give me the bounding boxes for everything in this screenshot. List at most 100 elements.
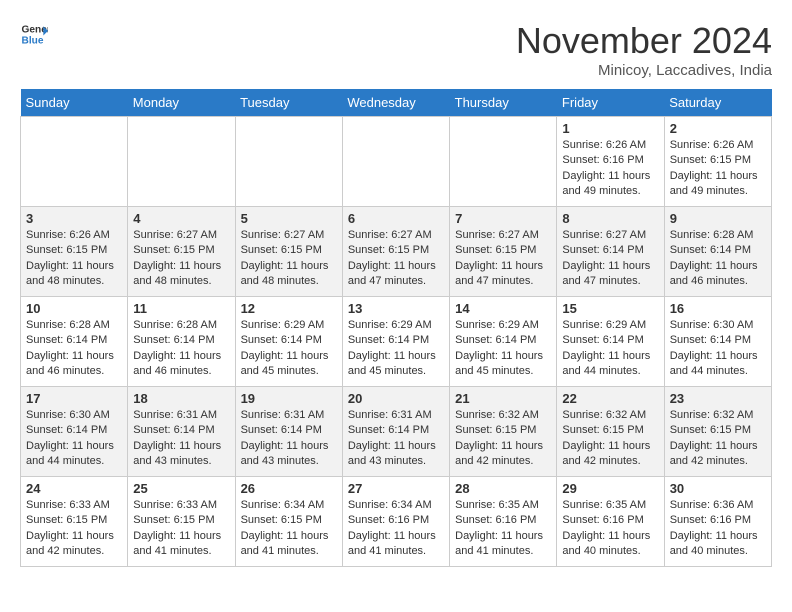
calendar-cell: 24 Sunrise: 6:33 AMSunset: 6:15 PMDayligh…: [21, 477, 128, 567]
calendar-cell: 5 Sunrise: 6:27 AMSunset: 6:15 PMDaylight…: [235, 207, 342, 297]
calendar-cell: 18 Sunrise: 6:31 AMSunset: 6:14 PMDayligh…: [128, 387, 235, 477]
dow-saturday: Saturday: [664, 89, 771, 117]
day-info: Sunrise: 6:27 AMSunset: 6:15 PMDaylight:…: [455, 228, 551, 290]
day-info: Sunrise: 6:36 AMSunset: 6:16 PMDaylight:…: [670, 498, 766, 560]
calendar-cell: 15Sunrise: 6:29 AMSunset: 6:14 PMDayligh…: [557, 297, 664, 387]
day-number: 22: [562, 391, 658, 406]
day-number: 23: [670, 391, 766, 406]
day-number: 8: [562, 211, 658, 226]
day-number: 3: [26, 211, 122, 226]
week-row-4: 24 Sunrise: 6:33 AMSunset: 6:15 PMDayligh…: [21, 477, 772, 567]
dow-tuesday: Tuesday: [235, 89, 342, 117]
day-number: 12: [241, 301, 337, 316]
calendar-cell: 7 Sunrise: 6:27 AMSunset: 6:15 PMDaylight…: [450, 207, 557, 297]
day-of-week-row: SundayMondayTuesdayWednesdayThursdayFrid…: [21, 89, 772, 117]
day-info: Sunrise: 6:33 AMSunset: 6:15 PMDaylight:…: [133, 498, 229, 560]
title-block: November 2024 Minicoy, Laccadives, India: [516, 20, 772, 79]
day-info: Sunrise: 6:35 AMSunset: 6:16 PMDaylight:…: [455, 498, 551, 560]
day-info: Sunrise: 6:31 AMSunset: 6:14 PMDaylight:…: [241, 408, 337, 470]
calendar-cell: 25 Sunrise: 6:33 AMSunset: 6:15 PMDayligh…: [128, 477, 235, 567]
calendar-cell: 17Sunrise: 6:30 AMSunset: 6:14 PMDayligh…: [21, 387, 128, 477]
calendar-cell: 20 Sunrise: 6:31 AMSunset: 6:14 PMDayligh…: [342, 387, 449, 477]
week-row-1: 3 Sunrise: 6:26 AMSunset: 6:15 PMDaylight…: [21, 207, 772, 297]
day-info: Sunrise: 6:32 AMSunset: 6:15 PMDaylight:…: [670, 408, 766, 470]
calendar-cell: 22 Sunrise: 6:32 AMSunset: 6:15 PMDayligh…: [557, 387, 664, 477]
calendar-cell: 3 Sunrise: 6:26 AMSunset: 6:15 PMDaylight…: [21, 207, 128, 297]
logo-icon: General Blue: [20, 20, 48, 48]
week-row-3: 17Sunrise: 6:30 AMSunset: 6:14 PMDayligh…: [21, 387, 772, 477]
calendar-cell: 10 Sunrise: 6:28 AMSunset: 6:14 PMDayligh…: [21, 297, 128, 387]
day-number: 10: [26, 301, 122, 316]
dow-sunday: Sunday: [21, 89, 128, 117]
day-number: 19: [241, 391, 337, 406]
day-number: 6: [348, 211, 444, 226]
day-number: 9: [670, 211, 766, 226]
day-number: 21: [455, 391, 551, 406]
day-info: Sunrise: 6:30 AMSunset: 6:14 PMDaylight:…: [670, 318, 766, 380]
calendar-cell: 11 Sunrise: 6:28 AMSunset: 6:14 PMDayligh…: [128, 297, 235, 387]
dow-wednesday: Wednesday: [342, 89, 449, 117]
day-number: 5: [241, 211, 337, 226]
day-info: Sunrise: 6:34 AMSunset: 6:16 PMDaylight:…: [348, 498, 444, 560]
calendar-body: 1 Sunrise: 6:26 AMSunset: 6:16 PMDaylight…: [21, 117, 772, 567]
day-number: 28: [455, 481, 551, 496]
day-info: Sunrise: 6:33 AMSunset: 6:15 PMDaylight:…: [26, 498, 122, 560]
logo: General Blue: [20, 20, 48, 48]
page-header: General Blue November 2024 Minicoy, Lacc…: [20, 20, 772, 79]
day-info: Sunrise: 6:31 AMSunset: 6:14 PMDaylight:…: [348, 408, 444, 470]
calendar-cell: [235, 117, 342, 207]
day-info: Sunrise: 6:32 AMSunset: 6:15 PMDaylight:…: [455, 408, 551, 470]
week-row-2: 10 Sunrise: 6:28 AMSunset: 6:14 PMDayligh…: [21, 297, 772, 387]
day-number: 2: [670, 121, 766, 136]
day-info: Sunrise: 6:29 AMSunset: 6:14 PMDaylight:…: [348, 318, 444, 380]
calendar-cell: [450, 117, 557, 207]
day-info: Sunrise: 6:28 AMSunset: 6:14 PMDaylight:…: [133, 318, 229, 380]
calendar-cell: [128, 117, 235, 207]
day-number: 7: [455, 211, 551, 226]
day-info: Sunrise: 6:28 AMSunset: 6:14 PMDaylight:…: [26, 318, 122, 380]
day-info: Sunrise: 6:26 AMSunset: 6:16 PMDaylight:…: [562, 138, 658, 200]
calendar-cell: 4Sunrise: 6:27 AMSunset: 6:15 PMDaylight…: [128, 207, 235, 297]
week-row-0: 1 Sunrise: 6:26 AMSunset: 6:16 PMDaylight…: [21, 117, 772, 207]
day-number: 1: [562, 121, 658, 136]
day-info: Sunrise: 6:31 AMSunset: 6:14 PMDaylight:…: [133, 408, 229, 470]
calendar-cell: 1 Sunrise: 6:26 AMSunset: 6:16 PMDaylight…: [557, 117, 664, 207]
calendar-cell: 9 Sunrise: 6:28 AMSunset: 6:14 PMDaylight…: [664, 207, 771, 297]
day-info: Sunrise: 6:26 AMSunset: 6:15 PMDaylight:…: [670, 138, 766, 200]
day-info: Sunrise: 6:29 AMSunset: 6:14 PMDaylight:…: [241, 318, 337, 380]
calendar-cell: 13Sunrise: 6:29 AMSunset: 6:14 PMDayligh…: [342, 297, 449, 387]
day-number: 11: [133, 301, 229, 316]
calendar-cell: 26Sunrise: 6:34 AMSunset: 6:15 PMDayligh…: [235, 477, 342, 567]
day-info: Sunrise: 6:27 AMSunset: 6:15 PMDaylight:…: [133, 228, 229, 290]
dow-monday: Monday: [128, 89, 235, 117]
day-info: Sunrise: 6:29 AMSunset: 6:14 PMDaylight:…: [455, 318, 551, 380]
day-info: Sunrise: 6:26 AMSunset: 6:15 PMDaylight:…: [26, 228, 122, 290]
day-number: 15: [562, 301, 658, 316]
dow-friday: Friday: [557, 89, 664, 117]
svg-text:Blue: Blue: [22, 35, 44, 46]
calendar-table: SundayMondayTuesdayWednesdayThursdayFrid…: [20, 89, 772, 567]
day-number: 14: [455, 301, 551, 316]
dow-thursday: Thursday: [450, 89, 557, 117]
location: Minicoy, Laccadives, India: [516, 62, 772, 79]
day-info: Sunrise: 6:27 AMSunset: 6:15 PMDaylight:…: [348, 228, 444, 290]
calendar-cell: [342, 117, 449, 207]
calendar-cell: 27 Sunrise: 6:34 AMSunset: 6:16 PMDayligh…: [342, 477, 449, 567]
day-number: 29: [562, 481, 658, 496]
calendar-cell: 21 Sunrise: 6:32 AMSunset: 6:15 PMDayligh…: [450, 387, 557, 477]
day-number: 20: [348, 391, 444, 406]
calendar-cell: [21, 117, 128, 207]
day-info: Sunrise: 6:28 AMSunset: 6:14 PMDaylight:…: [670, 228, 766, 290]
day-number: 18: [133, 391, 229, 406]
day-info: Sunrise: 6:34 AMSunset: 6:15 PMDaylight:…: [241, 498, 337, 560]
day-info: Sunrise: 6:30 AMSunset: 6:14 PMDaylight:…: [26, 408, 122, 470]
day-info: Sunrise: 6:32 AMSunset: 6:15 PMDaylight:…: [562, 408, 658, 470]
day-number: 24: [26, 481, 122, 496]
day-number: 16: [670, 301, 766, 316]
day-number: 30: [670, 481, 766, 496]
day-info: Sunrise: 6:27 AMSunset: 6:15 PMDaylight:…: [241, 228, 337, 290]
day-number: 27: [348, 481, 444, 496]
calendar-cell: 12 Sunrise: 6:29 AMSunset: 6:14 PMDayligh…: [235, 297, 342, 387]
day-number: 25: [133, 481, 229, 496]
calendar-cell: 29Sunrise: 6:35 AMSunset: 6:16 PMDayligh…: [557, 477, 664, 567]
